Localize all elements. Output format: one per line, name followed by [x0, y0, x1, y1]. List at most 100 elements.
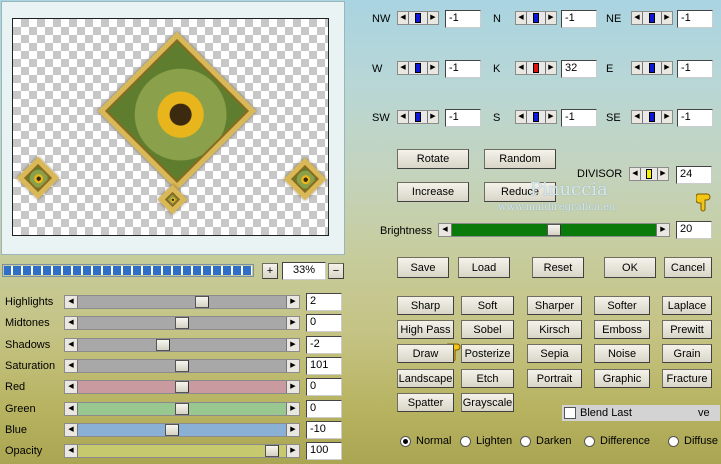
ok-button[interactable]: OK — [604, 257, 656, 278]
matrix-knob[interactable] — [649, 112, 655, 122]
brightness-field[interactable]: 20 — [676, 221, 712, 239]
matrix-field-nw[interactable]: -1 — [445, 10, 481, 28]
matrix-spinner-s[interactable]: ◀ ▶ — [515, 110, 557, 124]
matrix-right-arrow[interactable]: ▶ — [545, 111, 556, 123]
slider-field-midtones[interactable]: 0 — [306, 314, 342, 333]
slider-thumb[interactable] — [165, 423, 179, 436]
matrix-right-arrow[interactable]: ▶ — [661, 111, 672, 123]
preset-button-etch[interactable]: Etch — [461, 369, 514, 388]
preset-button-high-pass[interactable]: High Pass — [397, 320, 454, 339]
random-button[interactable]: Random — [484, 149, 556, 169]
zoom-field[interactable]: 33% — [282, 262, 326, 280]
matrix-right-arrow[interactable]: ▶ — [661, 62, 672, 74]
brightness-thumb[interactable] — [547, 224, 561, 236]
preset-button-posterize[interactable]: Posterize — [461, 344, 514, 363]
slider-field-green[interactable]: 0 — [306, 399, 342, 418]
preset-button-draw[interactable]: Draw — [397, 344, 454, 363]
divisor-knob[interactable] — [646, 169, 652, 179]
divisor-field[interactable]: 24 — [676, 166, 712, 184]
slider-field-shadows[interactable]: -2 — [306, 335, 342, 354]
increase-button[interactable]: Increase — [397, 182, 469, 202]
mode-radio-lighten[interactable] — [460, 436, 471, 447]
slider-red[interactable]: ◀ ▶ — [64, 380, 300, 395]
slider-thumb[interactable] — [175, 402, 189, 415]
slider-left-arrow[interactable]: ◀ — [65, 445, 78, 458]
matrix-spinner-ne[interactable]: ◀ ▶ — [631, 11, 673, 25]
matrix-left-arrow[interactable]: ◀ — [516, 12, 527, 24]
preset-button-fracture[interactable]: Fracture — [662, 369, 712, 388]
slider-thumb[interactable] — [175, 381, 189, 394]
blend-last-checkbox[interactable] — [564, 407, 576, 419]
load-button[interactable]: Load — [458, 257, 510, 278]
matrix-knob[interactable] — [415, 13, 421, 23]
matrix-right-arrow[interactable]: ▶ — [661, 12, 672, 24]
preset-button-laplace[interactable]: Laplace — [662, 296, 712, 315]
slider-midtones[interactable]: ◀ ▶ — [64, 316, 300, 331]
matrix-knob[interactable] — [649, 13, 655, 23]
slider-left-arrow[interactable]: ◀ — [65, 423, 78, 436]
divisor-spinner[interactable]: ◀ ▶ — [629, 167, 669, 181]
mode-radio-diffuse[interactable] — [668, 436, 679, 447]
slider-green[interactable]: ◀ ▶ — [64, 401, 300, 416]
brightness-left-arrow[interactable]: ◀ — [439, 224, 452, 236]
brightness-slider[interactable]: ◀ ▶ — [438, 223, 670, 237]
zoom-out-button[interactable]: − — [328, 263, 344, 279]
slider-left-arrow[interactable]: ◀ — [65, 402, 78, 415]
slider-left-arrow[interactable]: ◀ — [65, 338, 78, 351]
matrix-right-arrow[interactable]: ▶ — [545, 12, 556, 24]
divisor-right-arrow[interactable]: ▶ — [657, 168, 668, 180]
mode-radio-normal[interactable] — [400, 436, 411, 447]
preset-button-graphic[interactable]: Graphic — [594, 369, 650, 388]
matrix-spinner-n[interactable]: ◀ ▶ — [515, 11, 557, 25]
matrix-field-e[interactable]: -1 — [677, 60, 713, 78]
matrix-spinner-se[interactable]: ◀ ▶ — [631, 110, 673, 124]
slider-left-arrow[interactable]: ◀ — [65, 296, 78, 308]
rotate-button[interactable]: Rotate — [397, 149, 469, 169]
cancel-button[interactable]: Cancel — [664, 257, 712, 278]
slider-field-blue[interactable]: -10 — [306, 420, 342, 439]
matrix-field-k[interactable]: 32 — [561, 60, 597, 78]
preset-button-kirsch[interactable]: Kirsch — [527, 320, 582, 339]
slider-right-arrow[interactable]: ▶ — [286, 423, 299, 436]
slider-right-arrow[interactable]: ▶ — [286, 359, 299, 372]
slider-thumb[interactable] — [175, 317, 189, 330]
slider-right-arrow[interactable]: ▶ — [286, 296, 299, 308]
slider-blue[interactable]: ◀ ▶ — [64, 422, 300, 437]
preset-button-prewitt[interactable]: Prewitt — [662, 320, 712, 339]
preset-button-grayscale[interactable]: Grayscale — [461, 393, 514, 412]
matrix-right-arrow[interactable]: ▶ — [427, 62, 438, 74]
matrix-knob[interactable] — [649, 63, 655, 73]
matrix-left-arrow[interactable]: ◀ — [398, 62, 409, 74]
slider-thumb[interactable] — [195, 296, 209, 308]
slider-field-saturation[interactable]: 101 — [306, 356, 342, 375]
matrix-knob[interactable] — [533, 13, 539, 23]
matrix-spinner-e[interactable]: ◀ ▶ — [631, 61, 673, 75]
mode-radio-difference[interactable] — [584, 436, 595, 447]
slider-shadows[interactable]: ◀ ▶ — [64, 337, 300, 352]
matrix-left-arrow[interactable]: ◀ — [516, 111, 527, 123]
preset-button-landscape[interactable]: Landscape — [397, 369, 454, 388]
reset-button[interactable]: Reset — [532, 257, 584, 278]
slider-right-arrow[interactable]: ▶ — [286, 317, 299, 330]
matrix-left-arrow[interactable]: ◀ — [632, 111, 643, 123]
matrix-field-w[interactable]: -1 — [445, 60, 481, 78]
slider-left-arrow[interactable]: ◀ — [65, 317, 78, 330]
slider-highlights[interactable]: ◀ ▶ — [64, 295, 300, 309]
slider-field-highlights[interactable]: 2 — [306, 293, 342, 311]
matrix-spinner-k[interactable]: ◀ ▶ — [515, 61, 557, 75]
matrix-spinner-sw[interactable]: ◀ ▶ — [397, 110, 439, 124]
preset-button-sepia[interactable]: Sepia — [527, 344, 582, 363]
divisor-left-arrow[interactable]: ◀ — [630, 168, 641, 180]
matrix-left-arrow[interactable]: ◀ — [632, 12, 643, 24]
slider-field-opacity[interactable]: 100 — [306, 442, 342, 461]
matrix-knob[interactable] — [415, 63, 421, 73]
preset-button-softer[interactable]: Softer — [594, 296, 650, 315]
preset-button-sharper[interactable]: Sharper — [527, 296, 582, 315]
preset-button-portrait[interactable]: Portrait — [527, 369, 582, 388]
slider-thumb[interactable] — [175, 359, 189, 372]
matrix-field-se[interactable]: -1 — [677, 109, 713, 127]
matrix-knob[interactable] — [415, 112, 421, 122]
slider-right-arrow[interactable]: ▶ — [286, 402, 299, 415]
slider-thumb[interactable] — [156, 338, 170, 351]
slider-opacity[interactable]: ◀ ▶ — [64, 444, 300, 459]
